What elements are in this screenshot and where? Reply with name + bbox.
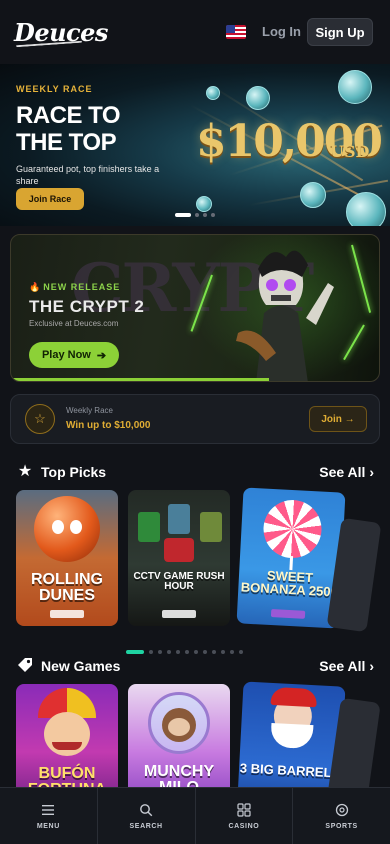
game-card-cctv-rush-hour[interactable]: CCTV GAME RUSH HOUR [128, 490, 230, 626]
new-games-header: New Games See All › [16, 655, 374, 677]
game-title: SWEET BONANZA 2500 [240, 567, 339, 600]
game-title: ROLLING DUNES [31, 571, 103, 604]
signup-button[interactable]: Sign Up [307, 18, 373, 46]
nav-label: SEARCH [129, 822, 163, 830]
nav-search[interactable]: SEARCH [98, 788, 196, 844]
pagination-dot[interactable] [158, 650, 162, 654]
crypt-title: THE CRYPT 2 [29, 297, 145, 316]
top-picks-header: ★ Top Picks See All › [16, 461, 374, 483]
coin-decoration [338, 70, 372, 104]
pagination-dot[interactable] [194, 650, 198, 654]
coin-decoration [206, 86, 220, 100]
menu-icon [42, 804, 55, 815]
game-title: CCTV GAME RUSH HOUR [133, 571, 225, 592]
pagination-dot[interactable] [185, 650, 189, 654]
pagination-dot[interactable] [203, 213, 207, 217]
banner-progress-bar [11, 378, 269, 381]
pagination-dot[interactable] [230, 650, 234, 654]
login-button[interactable]: Log In [262, 24, 301, 39]
pagination-dot[interactable] [195, 213, 199, 217]
pagination-dot[interactable] [149, 650, 153, 654]
see-all-new-games-link[interactable]: See All › [319, 658, 374, 674]
pagination-dot[interactable] [211, 213, 215, 217]
game-title: 3 BIG BARRELS [239, 760, 341, 781]
star-icon: ☆ [25, 404, 55, 434]
hero-kicker: WEEKLY RACE [16, 84, 93, 94]
coin-decoration [246, 86, 270, 110]
hero-currency: USD [330, 142, 370, 161]
crypt-kicker: 🔥 NEW RELEASE [29, 282, 121, 292]
pagination-dot[interactable] [167, 650, 171, 654]
top-picks-carousel: ROLLING DUNES CCTV GAME RUSH HOUR SWEET … [16, 487, 346, 629]
nav-sports[interactable]: SPORTS [293, 788, 390, 844]
skeleton-character-image [236, 250, 334, 381]
pagination-dot[interactable] [239, 650, 243, 654]
nav-label: CASINO [228, 822, 260, 830]
arrow-right-icon: ➔ [96, 349, 107, 362]
weekly-race-bar[interactable]: ☆ Weekly Race Win up to $10,000 Join → [10, 394, 380, 444]
race-join-button[interactable]: Join → [309, 406, 367, 432]
coin-decoration [300, 182, 326, 208]
top-picks-pagination [126, 650, 243, 654]
pagination-dot[interactable] [203, 650, 207, 654]
coin-decoration [196, 196, 212, 212]
section-title: New Games [41, 658, 121, 674]
crypt-subtitle: Exclusive at Deuces.com [29, 319, 119, 328]
hero-pagination [175, 213, 215, 217]
play-now-button[interactable]: Play Now ➔ [29, 342, 119, 368]
race-prize: Win up to $10,000 [66, 420, 151, 431]
pagination-dot[interactable] [175, 213, 191, 217]
hero-title: RACE TO THE TOP [16, 102, 121, 156]
coin-decoration [346, 192, 386, 226]
race-label: Weekly Race [66, 406, 113, 415]
search-icon [140, 803, 153, 816]
pagination-dot[interactable] [221, 650, 225, 654]
nav-menu[interactable]: MENU [0, 788, 98, 844]
us-flag-icon[interactable] [226, 25, 246, 39]
nav-label: SPORTS [325, 822, 358, 830]
pagination-dot[interactable] [126, 650, 144, 654]
nav-label: MENU [36, 822, 60, 830]
nav-casino[interactable]: CASINO [196, 788, 294, 844]
bottom-navigation: MENU SEARCH CASINO SPORTS [0, 787, 390, 844]
crypt-banner[interactable]: CRYPT 🔥 NEW RELEASE THE CRYPT 2 Exclusive… [10, 234, 380, 382]
tag-icon [16, 657, 34, 675]
hero-subtitle: Guaranteed pot, top finishers take a sha… [16, 164, 160, 186]
ball-icon [335, 803, 348, 816]
section-title: Top Picks [41, 464, 107, 480]
hero-banner[interactable]: WEEKLY RACE RACE TO THE TOP Guaranteed p… [0, 64, 390, 226]
app-page: Deuces Log In Sign Up WEEKLY RACE RACE T… [0, 0, 390, 844]
flame-icon: 🔥 [29, 282, 42, 292]
see-all-top-picks-link[interactable]: See All › [319, 464, 374, 480]
star-icon: ★ [17, 463, 33, 480]
game-card-rolling-dunes[interactable]: ROLLING DUNES [16, 490, 118, 626]
pagination-dot[interactable] [176, 650, 180, 654]
play-now-label: Play Now [41, 349, 91, 361]
grid-icon [237, 802, 251, 817]
join-race-button[interactable]: Join Race [16, 188, 84, 210]
pagination-dot[interactable] [212, 650, 216, 654]
